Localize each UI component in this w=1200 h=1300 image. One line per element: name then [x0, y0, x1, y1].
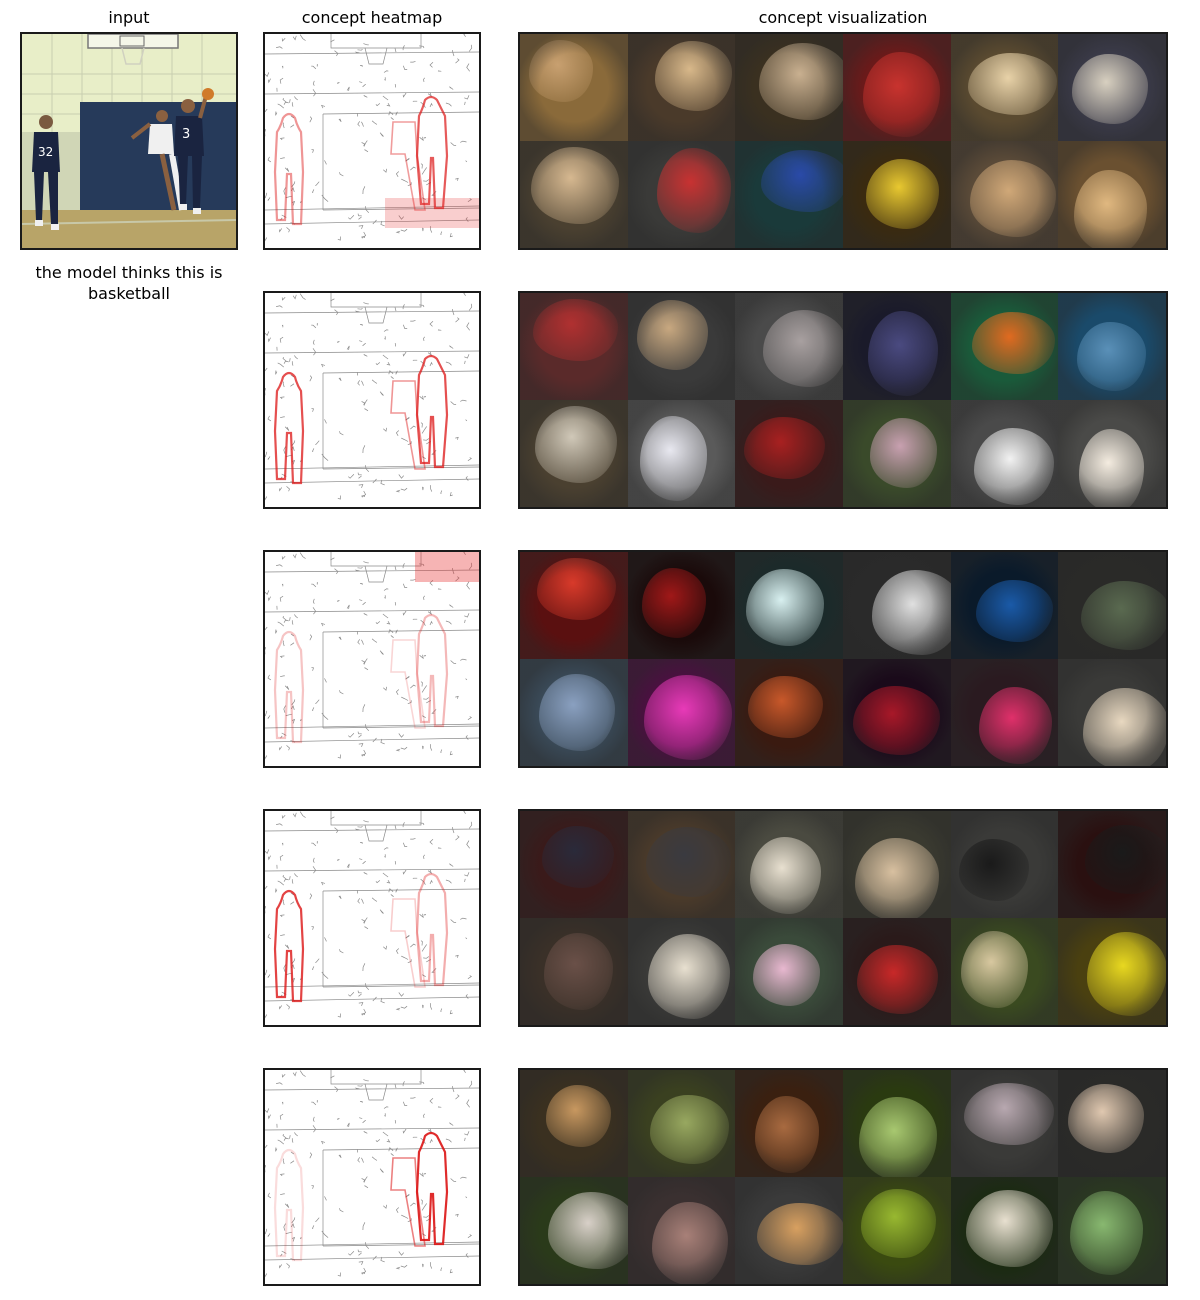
concept-3-tile-7: [520, 659, 628, 766]
concept-5-tile-10: [842, 1177, 951, 1284]
input-header: input: [108, 8, 150, 27]
concept-heatmap-5: [263, 1068, 481, 1286]
heatmap-header: concept heatmap: [301, 8, 443, 27]
concept-2-tile-12: [1058, 400, 1166, 507]
concept-visualization-1: [518, 32, 1168, 250]
concept-heatmap-2: [263, 291, 481, 509]
concept-heatmap-4: [263, 809, 481, 1027]
prediction-caption: the model thinks this is basketball: [35, 263, 223, 303]
concept-visualization-5: [518, 1068, 1168, 1286]
concept-5-tile-6: [1058, 1070, 1166, 1177]
concept-5-tile-3: [735, 1070, 843, 1177]
input-jersey-3: 3: [182, 127, 190, 142]
concept-3-tile-11: [950, 659, 1059, 766]
concept-3-tile-1: [520, 552, 628, 659]
concept-2-tile-3: [735, 293, 843, 400]
concept-2-tile-8: [627, 400, 736, 507]
concept-visualization-4: [518, 809, 1168, 1027]
concept-5-tile-9: [735, 1177, 843, 1284]
concept-3-tile-9: [735, 659, 843, 766]
concept-4-tile-8: [627, 918, 736, 1025]
concept-2-tile-5: [950, 293, 1059, 400]
concept-1-tile-12: [1058, 141, 1166, 248]
concept-1-tile-3: [735, 34, 843, 141]
concept-4-tile-3: [735, 811, 843, 918]
concept-3-tile-8: [627, 659, 736, 766]
concept-3-tile-2: [627, 552, 736, 659]
concept-5-tile-4: [842, 1070, 951, 1177]
concept-4-tile-10: [842, 918, 951, 1025]
visualization-header: concept visualization: [758, 8, 928, 27]
concept-4-tile-6: [1058, 811, 1166, 918]
concept-3-tile-10: [842, 659, 951, 766]
concept-4-tile-11: [950, 918, 1059, 1025]
input-image: 32 3: [20, 32, 238, 250]
concept-4-tile-4: [842, 811, 951, 918]
concept-heatmap-3: [263, 550, 481, 768]
concept-2-tile-9: [735, 400, 843, 507]
concept-1-tile-1: [520, 34, 628, 141]
concept-2-tile-7: [520, 400, 628, 507]
input-jersey-32: 32: [38, 145, 53, 159]
concept-5-tile-7: [520, 1177, 628, 1284]
concept-2-tile-6: [1058, 293, 1166, 400]
concept-2-tile-1: [520, 293, 628, 400]
concept-1-tile-5: [950, 34, 1059, 141]
concept-1-tile-2: [627, 34, 736, 141]
concept-4-tile-1: [520, 811, 628, 918]
concept-1-tile-4: [842, 34, 951, 141]
concept-4-tile-12: [1058, 918, 1166, 1025]
concept-1-tile-11: [950, 141, 1059, 248]
concept-5-tile-5: [950, 1070, 1059, 1177]
concept-4-tile-2: [627, 811, 736, 918]
concept-4-tile-7: [520, 918, 628, 1025]
concept-5-tile-11: [950, 1177, 1059, 1284]
concept-heatmap-1: [263, 32, 481, 250]
concept-3-tile-6: [1058, 552, 1166, 659]
concept-1-tile-7: [520, 141, 628, 248]
concept-1-tile-10: [842, 141, 951, 248]
concept-3-tile-12: [1058, 659, 1166, 766]
concept-1-tile-9: [735, 141, 843, 248]
concept-1-tile-8: [627, 141, 736, 248]
concept-5-tile-12: [1058, 1177, 1166, 1284]
concept-2-tile-4: [842, 293, 951, 400]
concept-4-tile-5: [950, 811, 1059, 918]
concept-3-tile-4: [842, 552, 951, 659]
concept-4-tile-9: [735, 918, 843, 1025]
concept-visualization-3: [518, 550, 1168, 768]
concept-3-tile-5: [950, 552, 1059, 659]
concept-2-tile-2: [627, 293, 736, 400]
concept-2-tile-10: [842, 400, 951, 507]
concept-visualization-2: [518, 291, 1168, 509]
concept-5-tile-1: [520, 1070, 628, 1177]
concept-5-tile-8: [627, 1177, 736, 1284]
concept-2-tile-11: [950, 400, 1059, 507]
concept-5-tile-2: [627, 1070, 736, 1177]
concept-1-tile-6: [1058, 34, 1166, 141]
concept-3-tile-3: [735, 552, 843, 659]
